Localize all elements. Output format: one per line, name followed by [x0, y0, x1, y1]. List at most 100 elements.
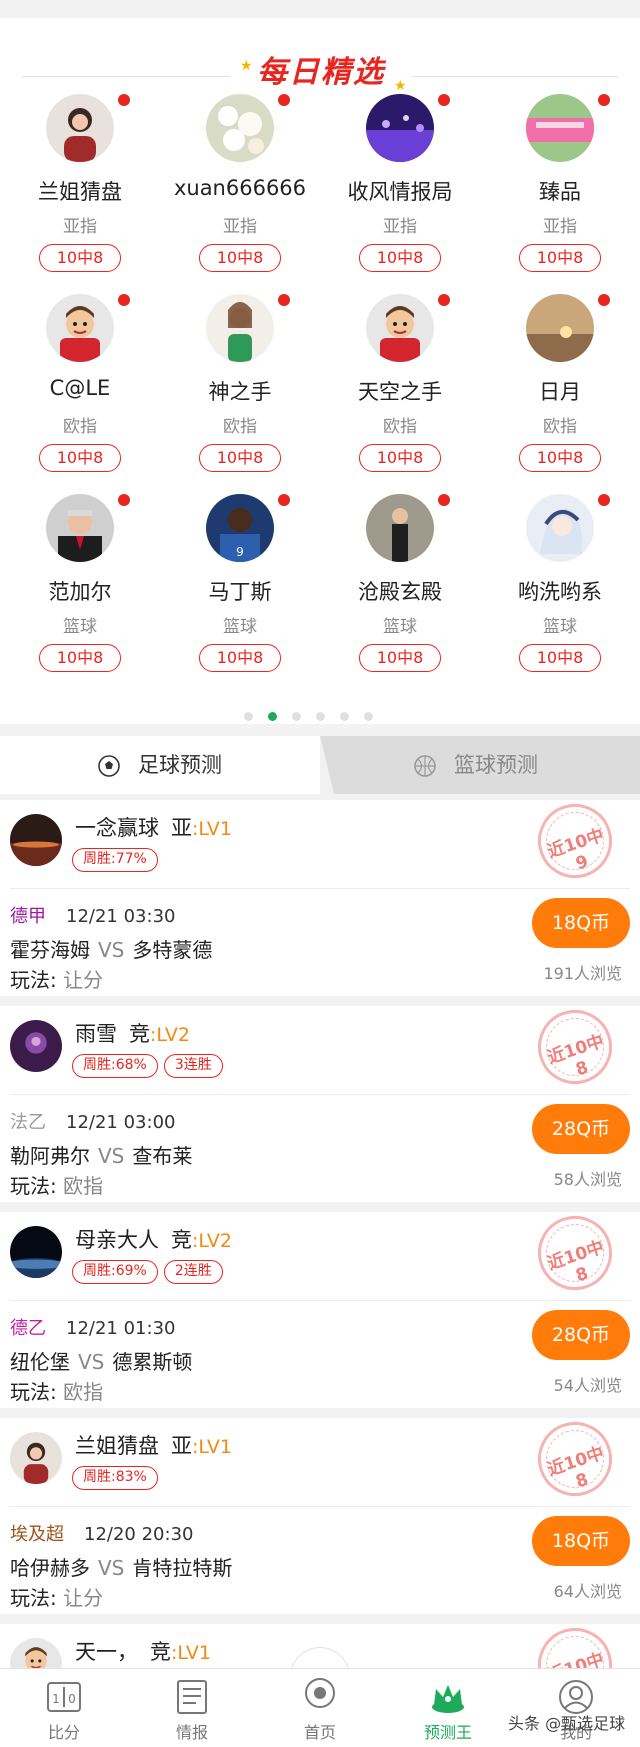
daily-picks-section: ★ 每日精选 ★ 兰姐猜盘 亚指 10中8 xuan666666 亚指 10中8 收风情报局… [0, 18, 640, 724]
nav-item[interactable]: 1 0 比分 [0, 1669, 128, 1747]
expert-avatar-wrap [206, 94, 290, 162]
league-name: 德乙 [10, 1318, 46, 1339]
expert-name: 母亲大人 [75, 1228, 159, 1252]
expert-category: 亚指 [383, 217, 417, 237]
away-team: 德累斯顿 [112, 1350, 193, 1374]
avatar [526, 494, 594, 562]
match-time: 12/21 03:30 [66, 906, 176, 927]
expert-name: 雨雪 [75, 1022, 117, 1046]
nav-item[interactable]: 我的 [512, 1669, 640, 1747]
new-dot-badge [438, 494, 450, 506]
expert-card[interactable]: 日月 欧指 10中8 [480, 294, 640, 494]
tab-football-prediction[interactable]: 足球预测 [0, 736, 320, 794]
expert-name: C@LE [49, 376, 111, 400]
prediction-card[interactable]: 雨雪 竞:LV2 周胜:68% 3连胜 近10中8 法乙 12/21 03:00 勒阿弗尔 VS… [0, 1000, 640, 1202]
play-value: 欧指 [63, 1174, 104, 1198]
expert-card[interactable]: 天空之手 欧指 10中8 [320, 294, 480, 494]
avatar [46, 294, 114, 362]
play-label: 玩法: [10, 968, 57, 992]
expert-card[interactable]: 9 马丁斯 篮球 10中8 [160, 494, 320, 694]
page-dot[interactable] [292, 712, 301, 721]
tab-basketball-prediction[interactable]: 篮球预测 [320, 736, 640, 794]
expert-category: 欧指 [223, 417, 257, 437]
expert-hit-rate-badge: 10中8 [519, 444, 601, 472]
expert-hit-rate-badge: 10中8 [519, 244, 601, 272]
play-label: 玩法: [10, 1586, 57, 1610]
play-type: 玩法: 欧指 [10, 1376, 103, 1405]
page-dot[interactable] [244, 712, 253, 721]
price-button[interactable]: 28Q币 [532, 1104, 630, 1154]
expert-hit-rate-badge: 10中8 [359, 444, 441, 472]
expert-card[interactable]: 沧殿玄殿 篮球 10中8 [320, 494, 480, 694]
expert-name: 兰姐猜盘 [38, 180, 122, 204]
expert-card[interactable]: 臻品 亚指 10中8 [480, 94, 640, 294]
expert-name: 天一， [75, 1640, 138, 1664]
carousel-page-dots [0, 712, 640, 726]
expert-header: 一念赢球 亚:LV1 [75, 812, 232, 842]
avatar [206, 94, 274, 162]
basketball-icon [414, 755, 436, 777]
avatar [366, 294, 434, 362]
header-divider-right [412, 76, 618, 77]
page-dot[interactable] [340, 712, 349, 721]
expert-card[interactable]: 兰姐猜盘 亚指 10中8 [0, 94, 160, 294]
expert-hit-rate-badge: 10中8 [199, 244, 281, 272]
stat-tags: 周胜:83% [72, 1466, 164, 1490]
tab-label: 篮球预测 [454, 753, 538, 777]
prediction-card[interactable]: 母亲大人 竞:LV2 周胜:69% 2连胜 近10中8 德乙 12/21 01:30 纽伦堡 V… [0, 1206, 640, 1408]
play-value: 让分 [63, 968, 104, 992]
avatar [10, 1020, 62, 1072]
stat-tag: 周胜:83% [72, 1466, 158, 1490]
stat-tags: 周胜:69% 2连胜 [72, 1260, 229, 1284]
page-dot[interactable] [268, 712, 277, 721]
hit-rate-stamp: 近10中9 [528, 794, 622, 888]
match-info: 埃及超 12/20 20:30 [10, 1520, 193, 1546]
view-count: 54人浏览 [553, 1376, 622, 1395]
match-info: 德乙 12/21 01:30 [10, 1314, 175, 1340]
page-dot[interactable] [316, 712, 325, 721]
header-divider-left [22, 76, 230, 77]
expert-category: 篮球 [383, 617, 417, 637]
expert-category: 亚指 [223, 217, 257, 237]
new-dot-badge [598, 294, 610, 306]
prediction-card[interactable]: 兰姐猜盘 亚:LV1 周胜:83% 近10中8 埃及超 12/20 20:30 哈伊赫多 VS… [0, 1412, 640, 1614]
expert-card[interactable]: 哟洗哟系 篮球 10中8 [480, 494, 640, 694]
play-label: 玩法: [10, 1380, 57, 1404]
expert-card[interactable]: xuan666666 亚指 10中8 [160, 94, 320, 294]
daily-picks-title: 每日精选 [257, 55, 385, 90]
vs-label: VS [98, 1144, 125, 1168]
card-divider [10, 1300, 630, 1301]
expert-avatar-wrap [46, 94, 130, 162]
nav-item[interactable]: 情报 [128, 1669, 256, 1747]
price-button[interactable]: 18Q币 [532, 1516, 630, 1566]
card-divider [10, 1506, 630, 1507]
page-dot[interactable] [364, 712, 373, 721]
hit-rate-stamp: 近10中8 [528, 1412, 622, 1506]
match-time: 12/21 03:00 [66, 1112, 176, 1133]
stat-tag: 3连胜 [163, 1054, 223, 1078]
new-dot-badge [438, 94, 450, 106]
away-team: 查布莱 [132, 1144, 193, 1168]
expert-level: :LV2 [192, 1230, 232, 1252]
expert-card[interactable]: 范加尔 篮球 10中8 [0, 494, 160, 694]
expert-type: 竞 [171, 1228, 192, 1252]
league-name: 法乙 [10, 1112, 46, 1133]
play-value: 欧指 [63, 1380, 104, 1404]
expert-hit-rate-badge: 10中8 [519, 644, 601, 672]
expert-card[interactable]: 收风情报局 亚指 10中8 [320, 94, 480, 294]
prediction-card[interactable]: 一念赢球 亚:LV1 周胜:77% 近10中9 德甲 12/21 03:30 霍芬海姆 VS 多… [0, 794, 640, 996]
nav-item[interactable]: 首页 [256, 1669, 384, 1747]
home-team: 哈伊赫多 [10, 1556, 90, 1580]
expert-card[interactable]: C@LE 欧指 10中8 [0, 294, 160, 494]
expert-card[interactable]: 神之手 欧指 10中8 [160, 294, 320, 494]
nav-item[interactable]: 预测王 [384, 1669, 512, 1747]
expert-level: :LV2 [150, 1024, 190, 1046]
avatar [10, 1226, 62, 1278]
play-value: 让分 [63, 1586, 104, 1610]
play-type: 玩法: 让分 [10, 1582, 103, 1611]
price-button[interactable]: 18Q币 [532, 898, 630, 948]
svg-text:0: 0 [68, 1692, 76, 1706]
price-button[interactable]: 28Q币 [532, 1310, 630, 1360]
expert-header: 兰姐猜盘 亚:LV1 [75, 1430, 232, 1460]
home-ball-icon [300, 1677, 340, 1717]
